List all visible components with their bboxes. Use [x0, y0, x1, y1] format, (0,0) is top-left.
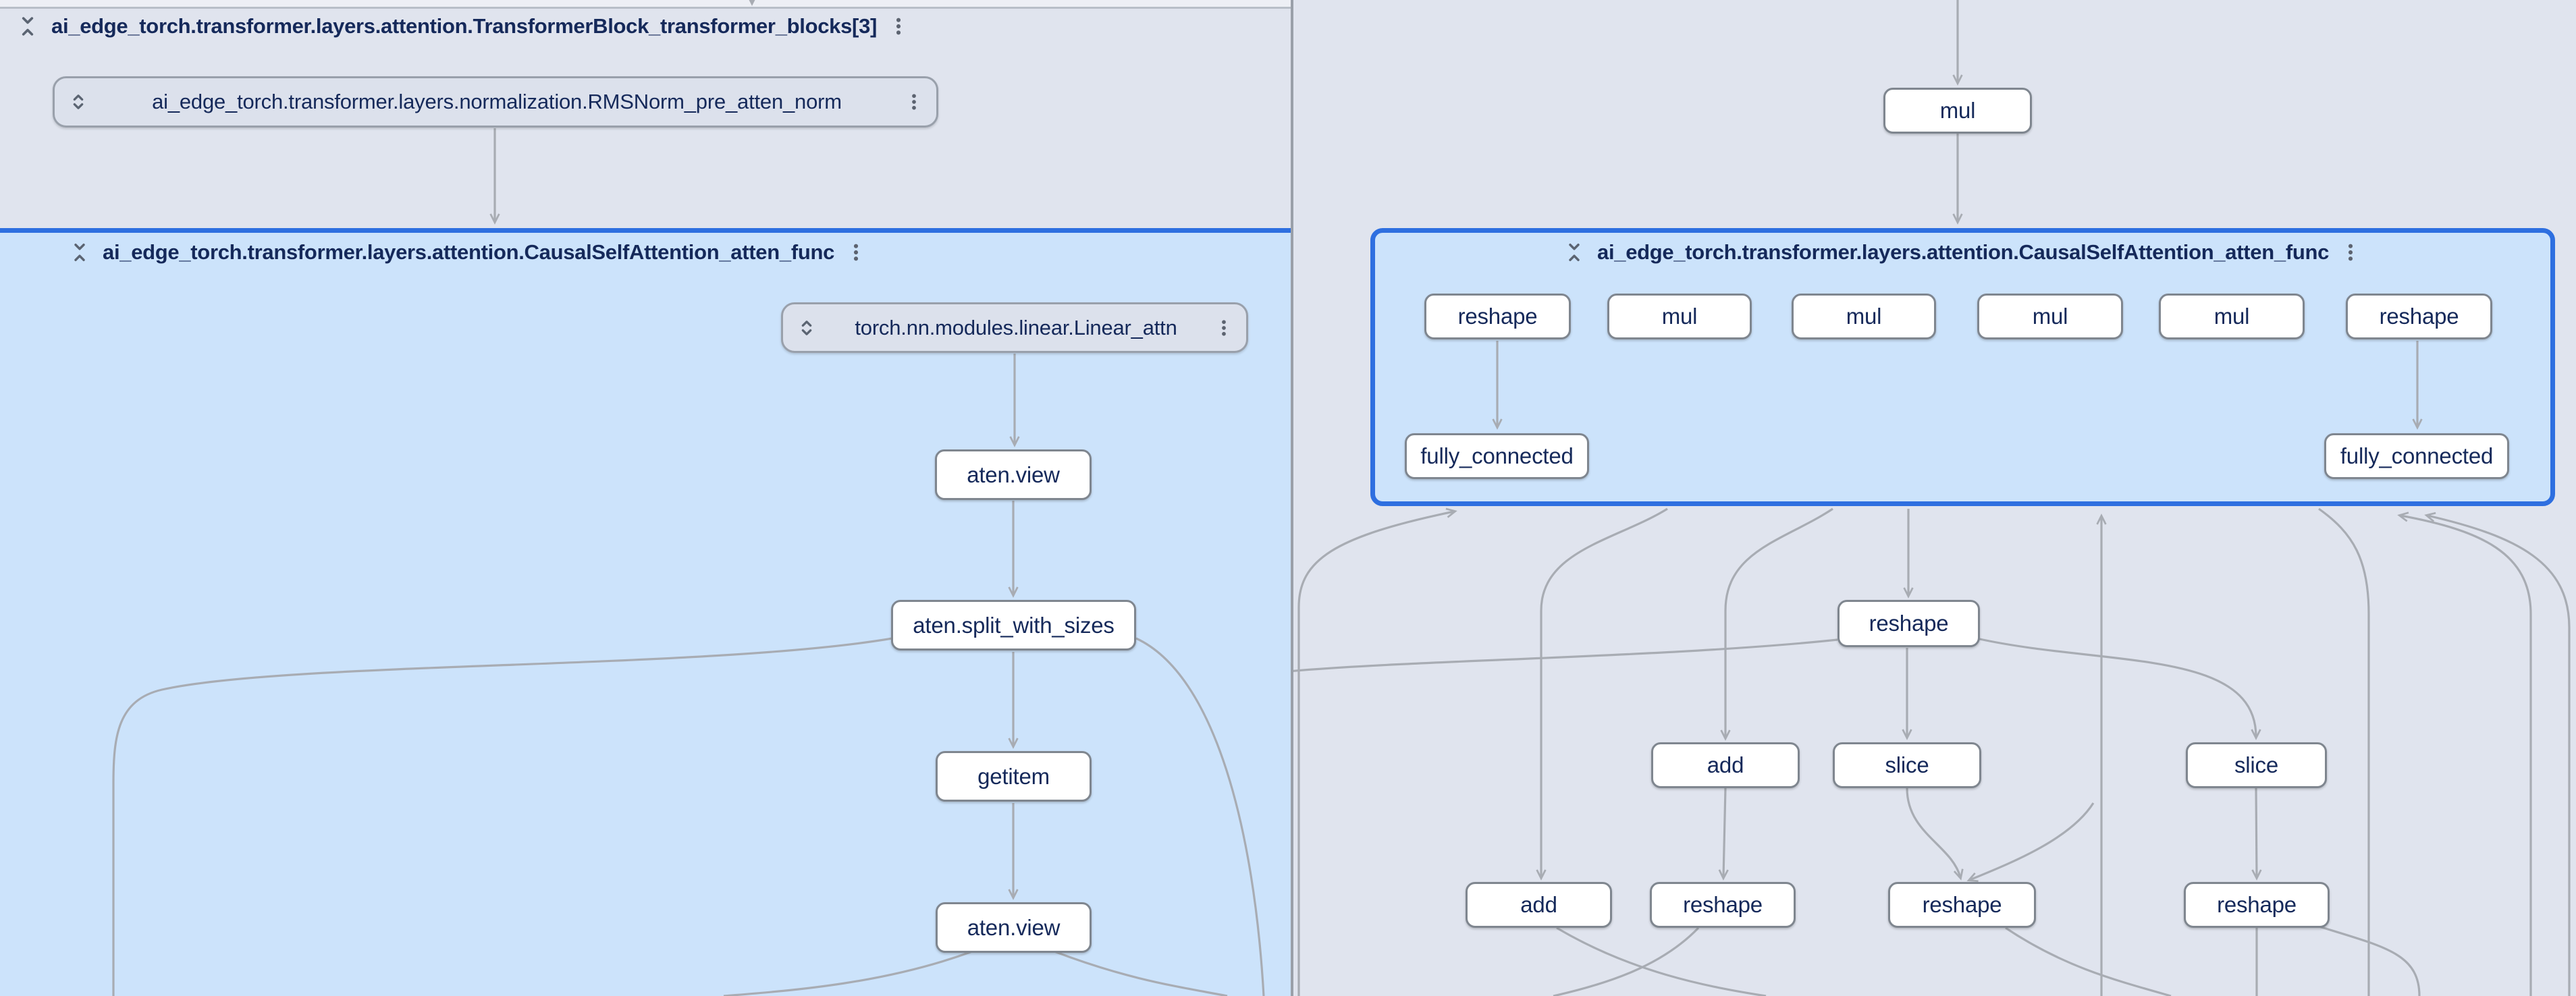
- op-node-label: getitem: [977, 764, 1050, 790]
- op-node[interactable]: reshape: [2184, 882, 2330, 928]
- op-node-label: fully_connected: [1420, 443, 1573, 469]
- graph-edge: [1541, 509, 1667, 877]
- causal-group-label-right: ai_edge_torch.transformer.layers.attenti…: [1597, 240, 2329, 265]
- op-node[interactable]: aten.split_with_sizes: [891, 600, 1136, 651]
- pane-divider[interactable]: [1291, 0, 1293, 996]
- op-node-label: add: [1520, 892, 1557, 918]
- op-node[interactable]: mul: [2159, 294, 2305, 339]
- op-node-label: mul: [1940, 98, 1976, 123]
- op-node[interactable]: fully_connected: [2324, 433, 2509, 479]
- op-node-label: mul: [1846, 304, 1882, 329]
- kebab-icon[interactable]: [845, 242, 867, 263]
- op-node-label: reshape: [2380, 304, 2459, 329]
- op-node[interactable]: mul: [1792, 294, 1936, 339]
- transformer-block-title: ai_edge_torch.transformer.layers.attenti…: [51, 14, 877, 38]
- graph-edge: [1725, 509, 1833, 738]
- graph-edge: [1557, 928, 1766, 996]
- op-node[interactable]: add: [1651, 742, 1800, 788]
- op-node[interactable]: reshape: [1650, 882, 1796, 928]
- op-node-label: mul: [1662, 304, 1698, 329]
- op-node[interactable]: slice: [1833, 742, 1981, 788]
- causal-group-header-right: ai_edge_torch.transformer.layers.attenti…: [1562, 240, 2361, 265]
- graph-edge: [1977, 638, 2256, 737]
- op-node-label: aten.view: [967, 915, 1061, 941]
- graph-edge: [724, 951, 972, 996]
- op-node[interactable]: aten.view: [936, 902, 1092, 953]
- op-node[interactable]: fully_connected: [1405, 433, 1589, 479]
- graph-edge: [1723, 788, 1725, 877]
- graph-edge: [1299, 511, 1454, 996]
- graph-edge: [1293, 640, 1837, 671]
- kebab-icon[interactable]: [2340, 242, 2361, 263]
- graph-pane-right[interactable]: ai_edge_torch.transformer.layers.attenti…: [1293, 0, 2576, 996]
- graph-edge: [2400, 516, 2531, 996]
- collapsed-layer-node[interactable]: ai_edge_torch.transformer.layers.normali…: [53, 76, 938, 128]
- graph-edge: [1970, 803, 2093, 880]
- op-node-label: aten.split_with_sizes: [913, 613, 1114, 638]
- op-node[interactable]: reshape: [2346, 294, 2492, 339]
- graph-pane-left[interactable]: ai_edge_torch.transformer.layers.attenti…: [0, 0, 1291, 996]
- collapsed-layer-node[interactable]: torch.nn.modules.linear.Linear_attn: [781, 302, 1248, 353]
- kebab-icon[interactable]: [888, 16, 909, 37]
- op-node[interactable]: add: [1466, 882, 1612, 928]
- op-node[interactable]: slice: [2186, 742, 2327, 788]
- unfold-less-icon[interactable]: [15, 13, 41, 39]
- unfold-less-icon[interactable]: [1562, 240, 1586, 265]
- graph-edge: [2256, 788, 2257, 877]
- model-explorer-canvas: ai_edge_torch.transformer.layers.attenti…: [0, 0, 2576, 996]
- op-node-label: slice: [2234, 752, 2278, 778]
- op-node-label: mul: [2033, 304, 2068, 329]
- op-node[interactable]: mul: [1883, 88, 2032, 134]
- op-node-label: reshape: [1458, 304, 1538, 329]
- op-node[interactable]: mul: [1607, 294, 1752, 339]
- op-node-label: add: [1707, 752, 1744, 778]
- unfold-more-icon[interactable]: [67, 90, 90, 113]
- graph-edge: [1054, 951, 1227, 996]
- op-node[interactable]: mul: [1977, 294, 2123, 339]
- op-node[interactable]: reshape: [1888, 882, 2036, 928]
- unfold-less-icon[interactable]: [68, 240, 92, 265]
- op-node-label: fully_connected: [2340, 443, 2493, 469]
- graph-edge: [1907, 788, 1960, 877]
- graph-edge: [2006, 928, 2171, 996]
- unfold-more-icon[interactable]: [795, 316, 818, 339]
- op-node-label: aten.view: [967, 462, 1060, 488]
- op-node-label: slice: [1885, 752, 1929, 778]
- collapsed-layer-label: ai_edge_torch.transformer.layers.normali…: [90, 90, 904, 114]
- op-node-label: reshape: [1683, 892, 1763, 918]
- kebab-icon[interactable]: [1214, 318, 1234, 338]
- graph-edge: [2427, 516, 2569, 996]
- op-node-label: reshape: [2217, 892, 2297, 918]
- kebab-icon[interactable]: [904, 92, 924, 112]
- op-node[interactable]: reshape: [1424, 294, 1571, 339]
- op-node-label: mul: [2214, 304, 2250, 329]
- graph-edge: [113, 638, 892, 996]
- op-node[interactable]: reshape: [1837, 600, 1980, 647]
- op-node[interactable]: aten.view: [935, 449, 1092, 500]
- causal-group-label-left: ai_edge_torch.transformer.layers.attenti…: [103, 240, 834, 265]
- graph-edge: [1136, 638, 1264, 996]
- graph-edge: [2313, 924, 2419, 996]
- collapsed-layer-label: torch.nn.modules.linear.Linear_attn: [818, 316, 1214, 340]
- causal-group-header-left: ai_edge_torch.transformer.layers.attenti…: [68, 240, 867, 265]
- op-node[interactable]: getitem: [936, 751, 1092, 802]
- op-node-label: reshape: [1869, 611, 1949, 636]
- transformer-block-title-bar: ai_edge_torch.transformer.layers.attenti…: [15, 13, 909, 39]
- op-node-label: reshape: [1923, 892, 2002, 918]
